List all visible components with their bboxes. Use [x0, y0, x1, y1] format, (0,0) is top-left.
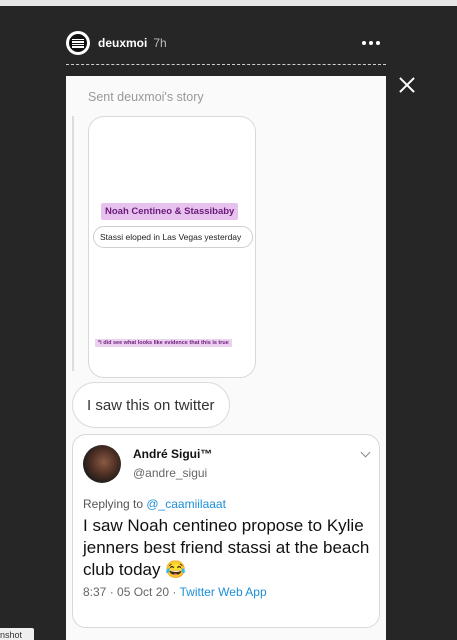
reply-message: I saw this on twitter — [72, 382, 230, 428]
tweet-meta: 8:37 · 05 Oct 20 · Twitter Web App — [83, 585, 267, 599]
post-time: 7h — [153, 36, 167, 50]
story-progress-bar — [66, 64, 386, 65]
replying-prefix: Replying to — [83, 497, 147, 511]
profile-avatar[interactable] — [66, 31, 90, 55]
tweet-body: I saw Noah centineo propose to Kylie jen… — [83, 516, 370, 579]
sent-story-label: Sent deuxmoi's story — [88, 90, 204, 104]
tweet-avatar[interactable] — [83, 445, 121, 483]
quote-bar — [72, 116, 74, 371]
thumb-note: *i did see what looks like evidence that… — [95, 339, 232, 347]
story-content: Sent deuxmoi's story Noah Centineo & Sta… — [66, 76, 386, 640]
more-options-icon[interactable] — [362, 34, 380, 52]
tweet-author-handle[interactable]: @andre_sigui — [133, 466, 207, 480]
tweet-source-app[interactable]: Twitter Web App — [180, 585, 267, 599]
thumb-bubble: Stassi eloped in Las Vegas yesterday — [93, 226, 253, 248]
replying-to-link[interactable]: @_caamiilaaat — [146, 497, 226, 511]
story-header: deuxmoi 7h — [66, 30, 386, 56]
screenshot-tooltip: nshot — [0, 628, 34, 640]
tweet-author-name[interactable]: André Sigui™ — [133, 447, 212, 461]
tweet-card[interactable]: André Sigui™ @andre_sigui Replying to @_… — [72, 434, 380, 628]
shared-story-thumbnail[interactable]: Noah Centineo & Stassibaby Stassi eloped… — [88, 116, 256, 378]
tweet-timestamp: 8:37 · 05 Oct 20 · — [83, 585, 180, 599]
thumb-title: Noah Centineo & Stassibaby — [101, 203, 239, 220]
close-icon[interactable] — [398, 76, 416, 94]
tweet-replying-to: Replying to @_caamiilaaat — [83, 497, 226, 511]
username[interactable]: deuxmoi — [98, 36, 147, 50]
chevron-down-icon[interactable] — [360, 447, 371, 458]
top-edge — [0, 0, 457, 6]
